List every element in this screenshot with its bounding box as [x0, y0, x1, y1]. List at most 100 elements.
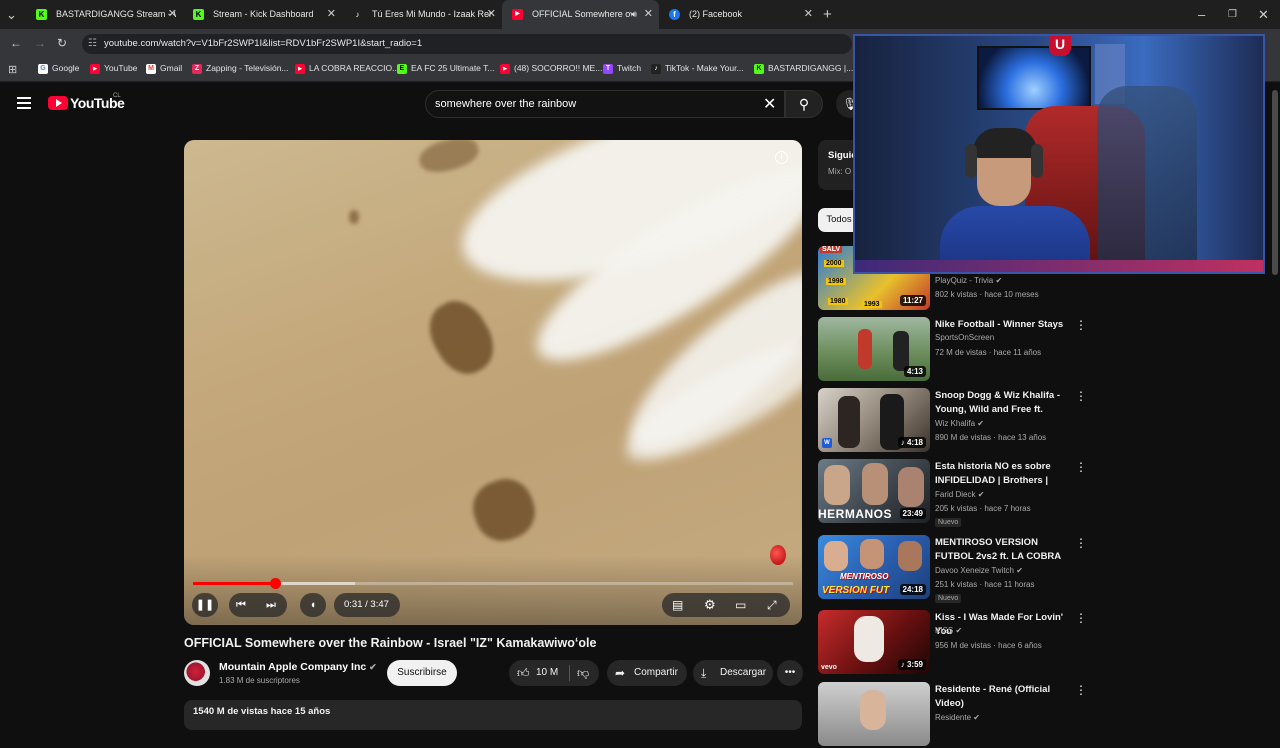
- more-options-icon[interactable]: ⋮: [1075, 390, 1087, 402]
- suggestion-thumbnail[interactable]: [818, 682, 930, 746]
- bookmark-label: TikTok - Make Your...: [665, 63, 744, 73]
- suggestion-channel[interactable]: Davoo Xeneize Twitch ✔: [935, 566, 1023, 575]
- playlist-header[interactable]: Siguie Mix: O: [818, 140, 858, 190]
- suggestion-item[interactable]: vevo ♪ 3:59 Kiss - I Was Made For Lovin'…: [818, 610, 1087, 676]
- next-icon[interactable]: ⏭︎: [266, 593, 276, 617]
- pause-button[interactable]: ❚❚: [192, 593, 218, 617]
- browser-tab-4-active[interactable]: ▶ OFFICIAL Somewhere over t 🔊︎ ✕: [502, 0, 659, 29]
- minimize-icon[interactable]: –: [1198, 0, 1205, 29]
- suggestion-title[interactable]: Nike Football - Winner Stays: [935, 318, 1065, 332]
- search-button[interactable]: ⚲: [785, 90, 823, 118]
- duration-badge: 23:49: [899, 508, 926, 519]
- download-button[interactable]: ⤓ Descargar: [693, 660, 773, 686]
- progress-bar[interactable]: [193, 578, 793, 589]
- suggestion-channel[interactable]: PlayQuiz - Trivia ✔: [935, 276, 1002, 285]
- page-scrollbar[interactable]: [1272, 90, 1278, 275]
- fullscreen-icon[interactable]: ⤢: [767, 593, 777, 617]
- close-icon[interactable]: ✕: [804, 0, 813, 29]
- close-icon[interactable]: ✕: [487, 0, 496, 29]
- youtube-logo-icon[interactable]: [48, 96, 68, 110]
- suggestion-item[interactable]: MENTIROSO VERSION FUT 24:18 MENTIROSO VE…: [818, 535, 1087, 603]
- thumb-figure: [893, 331, 909, 371]
- bookmark-tiktok[interactable]: ♪ TikTok - Make Your...: [651, 63, 744, 74]
- new-tab-icon[interactable]: +: [823, 0, 832, 29]
- description-box[interactable]: 1540 M de vistas hace 15 años: [184, 700, 802, 730]
- tab-search-icon[interactable]: ⌄: [6, 0, 17, 29]
- suggestion-item[interactable]: W ♪ 4:18 Snoop Dogg & Wiz Khalifa - Youn…: [818, 388, 1087, 454]
- subscribe-button[interactable]: Suscribirse: [387, 660, 457, 686]
- close-icon[interactable]: ✕: [168, 0, 177, 29]
- suggestion-thumbnail[interactable]: MENTIROSO VERSION FUT 24:18: [818, 535, 930, 599]
- suggestion-channel[interactable]: Residente ✔: [935, 713, 980, 722]
- share-button[interactable]: ➦ Compartir: [607, 660, 687, 686]
- bookmark-gmail[interactable]: M Gmail: [146, 63, 182, 74]
- thumb-face: [862, 463, 888, 505]
- suggestion-thumbnail[interactable]: 4:13: [818, 317, 930, 381]
- search-input[interactable]: somewhere over the rainbow: [425, 90, 785, 118]
- suggestion-item[interactable]: 4:13 Nike Football - Winner Stays Sports…: [818, 317, 1087, 383]
- more-options-icon[interactable]: ⋮: [1075, 319, 1087, 331]
- suggestion-title[interactable]: Snoop Dogg & Wiz Khalifa - Young, Wild a…: [935, 389, 1065, 418]
- back-icon[interactable]: ←: [10, 36, 22, 50]
- subtitles-icon[interactable]: ▤: [672, 593, 683, 617]
- suggestion-title[interactable]: MENTIROSO VERSION FUTBOL 2vs2 ft. LA COB…: [935, 536, 1065, 565]
- suggestion-title[interactable]: Residente - René (Official Video): [935, 683, 1065, 711]
- bookmark-google[interactable]: G Google: [38, 63, 79, 74]
- suggestion-channel[interactable]: KISS ✔: [935, 626, 962, 635]
- bookmark-la-cobra[interactable]: ▶ LA COBRA REACCIO...: [295, 63, 400, 74]
- suggestion-title[interactable]: Esta historia NO es sobre INFIDELIDAD | …: [935, 460, 1065, 489]
- channel-watermark-icon[interactable]: [770, 545, 786, 565]
- site-info-icon[interactable]: ☷: [88, 34, 97, 54]
- suggestion-channel[interactable]: Wiz Khalifa ✔: [935, 419, 984, 428]
- like-count[interactable]: 10 M: [536, 660, 558, 686]
- browser-tab-2[interactable]: K Stream - Kick Dashboard ✕: [183, 0, 342, 29]
- hamburger-menu-icon[interactable]: [17, 97, 31, 112]
- video-player[interactable]: [184, 140, 802, 625]
- apps-grid-icon[interactable]: ⊞: [8, 63, 17, 76]
- thumb-figure: [838, 396, 860, 448]
- close-icon[interactable]: ✕: [644, 0, 653, 29]
- volume-button[interactable]: ◖: [300, 593, 326, 617]
- browser-tab-3[interactable]: ♪ Tú Eres Mi Mundo - Izaak Rem ✕: [342, 0, 502, 29]
- url-field[interactable]: ☷ youtube.com/watch?v=V1bFr2SWP1I&list=R…: [82, 34, 852, 54]
- more-actions-button[interactable]: •••: [777, 660, 803, 686]
- theater-mode-icon[interactable]: ▭: [735, 593, 746, 617]
- clear-search-icon[interactable]: ✕: [763, 94, 776, 114]
- suggestion-thumbnail[interactable]: vevo ♪ 3:59: [818, 610, 930, 674]
- like-icon[interactable]: 👍︎: [517, 660, 530, 686]
- more-options-icon[interactable]: ⋮: [1075, 461, 1087, 473]
- suggestion-meta: 802 k vistas · hace 10 meses: [935, 290, 1039, 299]
- more-options-icon[interactable]: ⋮: [1075, 612, 1087, 624]
- reload-icon[interactable]: ↻: [57, 36, 67, 50]
- maximize-icon[interactable]: ❐: [1228, 0, 1237, 29]
- bookmark-label: LA COBRA REACCIO...: [309, 63, 400, 73]
- channel-avatar[interactable]: [184, 660, 210, 686]
- bookmark-zapping[interactable]: Z Zapping - Televisión...: [192, 63, 289, 74]
- browser-tab-1[interactable]: K BASTARDIGANGG Stream - Wa ✕: [26, 0, 183, 29]
- more-options-icon[interactable]: ⋮: [1075, 537, 1087, 549]
- footprint: [416, 140, 482, 178]
- close-icon[interactable]: ✕: [327, 0, 336, 29]
- previous-icon[interactable]: ⏮︎: [236, 593, 246, 617]
- browser-tab-5[interactable]: f (2) Facebook ✕: [659, 0, 819, 29]
- window-close-icon[interactable]: ✕: [1258, 0, 1269, 29]
- suggestion-item[interactable]: HERMANOS 23:49 Esta historia NO es sobre…: [818, 459, 1087, 527]
- suggestion-item[interactable]: Residente - René (Official Video) Reside…: [818, 682, 1087, 748]
- bookmark-twitch[interactable]: T Twitch: [603, 63, 641, 74]
- bookmark-ea-fc[interactable]: E EA FC 25 Ultimate T...: [397, 63, 494, 74]
- speaker-icon[interactable]: 🔊︎: [631, 0, 637, 29]
- suggestion-channel[interactable]: Farid Dieck ✔: [935, 490, 984, 499]
- suggestion-thumbnail[interactable]: HERMANOS 23:49: [818, 459, 930, 523]
- more-options-icon[interactable]: ⋮: [1075, 684, 1087, 696]
- settings-gear-icon[interactable]: ⚙: [704, 593, 716, 617]
- info-icon[interactable]: i: [775, 151, 788, 164]
- browser-tab-bar: ⌄ K BASTARDIGANGG Stream - Wa ✕ K Stream…: [0, 0, 1280, 29]
- channel-name[interactable]: Mountain Apple Company Inc ✔: [219, 661, 377, 673]
- forward-icon[interactable]: →: [34, 36, 46, 50]
- bookmark-bastardigangg[interactable]: K BASTARDIGANGG |...: [754, 63, 853, 74]
- suggestion-channel[interactable]: SportsOnScreen: [935, 333, 994, 342]
- bookmark-youtube[interactable]: ▶ YouTube: [90, 63, 137, 74]
- suggestion-thumbnail[interactable]: W ♪ 4:18: [818, 388, 930, 452]
- dislike-icon[interactable]: 👎︎: [577, 660, 589, 686]
- bookmark-socorro[interactable]: ▶ (48) SOCORRO!! ME...: [500, 63, 602, 74]
